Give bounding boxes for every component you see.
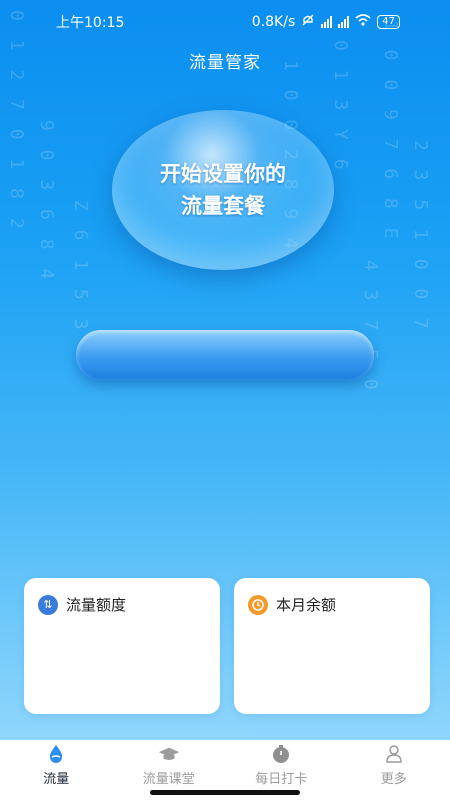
setup-plan-bubble-button[interactable]: 开始设置你的 流量套餐 (112, 110, 334, 270)
background-digit-pattern: 0 1 2 7 0 1 8 2 9 0 3 6 8 4 Z 6 1 5 3 1 … (6, 10, 431, 394)
monthly-balance-label: 本月余额 (276, 596, 337, 614)
wifi-icon (355, 14, 371, 30)
status-bar: 上午10:15 0.8K/s 47 (0, 0, 450, 44)
signal-hd-2-icon (338, 16, 350, 28)
data-quota-label: 流量额度 (66, 596, 127, 614)
nav-label-check-in: 每日打卡 (255, 772, 308, 787)
battery-icon: 47 (377, 15, 400, 29)
clock-icon (248, 594, 268, 615)
action-pill-button[interactable] (76, 330, 374, 380)
data-quota-icon: ⇅ (38, 594, 58, 615)
check-in-icon (270, 744, 292, 764)
nav-item-more[interactable]: 更多 (338, 740, 450, 800)
network-speed: 0.8K/s (251, 14, 296, 30)
page-title: 流量管家 (189, 53, 261, 73)
graduation-cap-icon (158, 744, 180, 764)
status-time: 上午10:15 (56, 15, 125, 31)
nav-label-data-class: 流量课堂 (142, 772, 195, 787)
nav-label-data: 流量 (43, 772, 70, 787)
data-quota-header: ⇅ 流量额度 (38, 594, 206, 615)
nav-item-data[interactable]: 流量 (0, 740, 113, 800)
nav-label-more: 更多 (380, 772, 407, 787)
signal-hd-1-icon (321, 16, 333, 28)
setup-plan-label: 开始设置你的 流量套餐 (160, 162, 286, 218)
data-quota-card[interactable]: ⇅ 流量额度 (24, 578, 220, 714)
user-icon (383, 744, 405, 764)
monthly-balance-card[interactable]: 本月余额 (234, 578, 430, 714)
mute-icon (301, 13, 315, 31)
status-icons: 0.8K/s 47 (252, 13, 400, 31)
home-indicator[interactable] (150, 790, 300, 795)
monthly-balance-header: 本月余额 (248, 594, 416, 615)
data-drop-icon (45, 744, 67, 764)
